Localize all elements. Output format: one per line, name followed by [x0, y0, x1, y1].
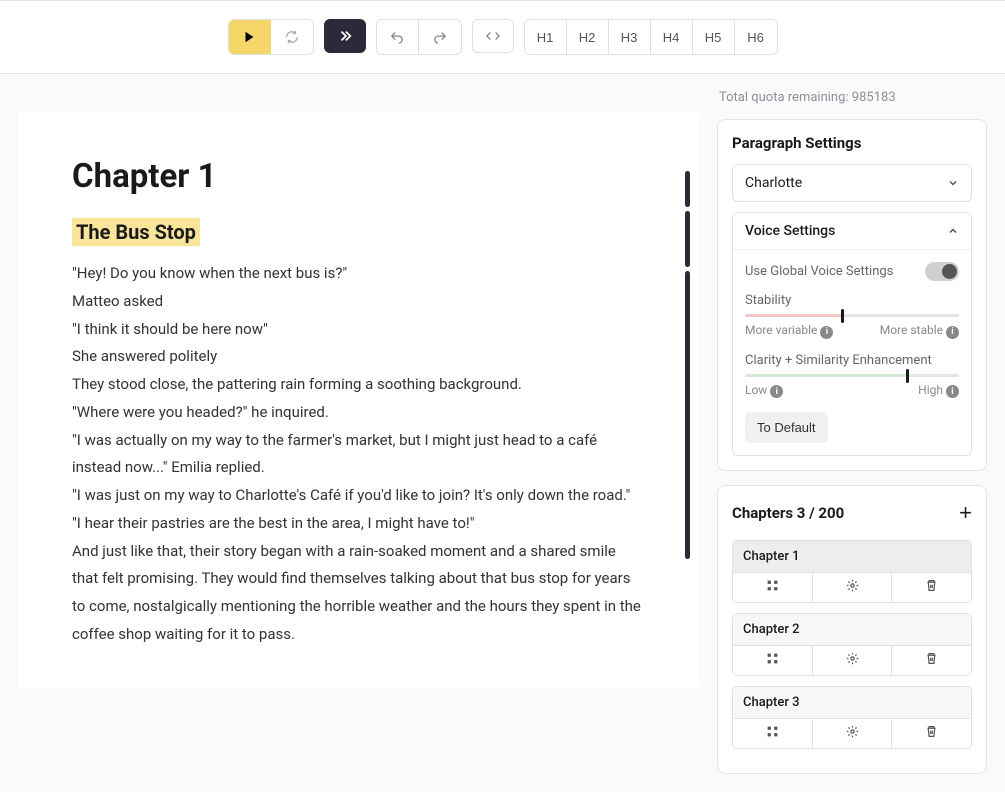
voice-select[interactable]: Charlotte	[732, 164, 972, 202]
chapter-grid-button[interactable]	[733, 573, 813, 602]
subtitle: The Bus Stop	[72, 218, 200, 246]
global-voice-label: Use Global Voice Settings	[745, 264, 893, 279]
chapter-label: Chapter 1	[733, 541, 971, 572]
chapter-heading: Chapter 1	[72, 157, 645, 196]
clarity-slider[interactable]	[745, 374, 959, 377]
refresh-button[interactable]	[271, 20, 313, 54]
stability-left: More variablei	[745, 323, 833, 339]
paragraph[interactable]: "I hear their pastries are the best in t…	[72, 510, 645, 538]
chapter-settings-button[interactable]	[813, 719, 893, 748]
clarity-right: Highi	[918, 383, 959, 399]
chapters-panel: Chapters 3 / 200 + Chapter 1 Chapter 2	[717, 485, 987, 774]
undo-button[interactable]	[377, 20, 419, 54]
paragraph[interactable]: "Where were you headed?" he inquired.	[72, 399, 645, 427]
stability-label: Stability	[745, 293, 959, 308]
redo-button[interactable]	[419, 20, 461, 54]
h2-button[interactable]: H2	[567, 20, 609, 54]
paragraph[interactable]: Matteo asked	[72, 288, 645, 316]
chevron-up-icon	[947, 225, 959, 237]
clarity-left: Lowi	[745, 383, 783, 399]
paragraph[interactable]: And just like that, their story began wi…	[72, 538, 645, 649]
editor-pane[interactable]: Chapter 1 The Bus Stop "Hey! Do you know…	[18, 113, 699, 689]
to-default-button[interactable]: To Default	[745, 412, 828, 443]
h5-button[interactable]: H5	[693, 20, 735, 54]
chapter-delete-button[interactable]	[892, 573, 971, 602]
quota-label: Total quota remaining: 985183	[717, 84, 987, 105]
paragraph[interactable]: "I was just on my way to Charlotte's Caf…	[72, 482, 645, 510]
add-chapter-button[interactable]: +	[959, 500, 972, 526]
paragraph[interactable]: "I think it should be here now"	[72, 316, 645, 344]
chapter-item[interactable]: Chapter 1	[732, 540, 972, 603]
h1-button[interactable]: H1	[525, 20, 567, 54]
chapter-label: Chapter 2	[733, 614, 971, 645]
chapter-item[interactable]: Chapter 2	[732, 613, 972, 676]
global-voice-toggle[interactable]	[925, 262, 959, 281]
chapter-item[interactable]: Chapter 3	[732, 686, 972, 749]
forward-button[interactable]	[324, 19, 366, 53]
h6-button[interactable]: H6	[735, 20, 777, 54]
voice-select-value: Charlotte	[745, 175, 802, 191]
info-icon[interactable]: i	[946, 326, 959, 339]
stability-slider[interactable]	[745, 314, 959, 317]
chapter-grid-button[interactable]	[733, 719, 813, 748]
info-icon[interactable]: i	[770, 385, 783, 398]
chapter-delete-button[interactable]	[892, 646, 971, 675]
paragraph[interactable]: They stood close, the pattering rain for…	[72, 371, 645, 399]
voice-settings-toggle[interactable]: Voice Settings	[733, 213, 971, 249]
stability-right: More stablei	[880, 323, 959, 339]
paragraph[interactable]: She answered politely	[72, 343, 645, 371]
chapter-delete-button[interactable]	[892, 719, 971, 748]
info-icon[interactable]: i	[946, 385, 959, 398]
h4-button[interactable]: H4	[651, 20, 693, 54]
voice-settings-label: Voice Settings	[745, 223, 835, 239]
play-button[interactable]	[229, 20, 271, 54]
voice-settings-accordion: Voice Settings Use Global Voice Settings…	[732, 212, 972, 456]
paragraph-settings-title: Paragraph Settings	[732, 134, 972, 152]
chapters-title: Chapters 3 / 200	[732, 504, 844, 522]
info-icon[interactable]: i	[820, 326, 833, 339]
paragraph[interactable]: "Hey! Do you know when the next bus is?"	[72, 260, 645, 288]
chapter-settings-button[interactable]	[813, 573, 893, 602]
clarity-label: Clarity + Similarity Enhancement	[745, 353, 959, 368]
chapter-settings-button[interactable]	[813, 646, 893, 675]
chapter-label: Chapter 3	[733, 687, 971, 718]
code-button[interactable]	[472, 19, 514, 53]
chevron-down-icon	[947, 177, 959, 189]
paragraph-settings-panel: Paragraph Settings Charlotte Voice Setti…	[717, 119, 987, 471]
h3-button[interactable]: H3	[609, 20, 651, 54]
paragraph[interactable]: "I was actually on my way to the farmer'…	[72, 427, 645, 483]
toolbar: H1 H2 H3 H4 H5 H6	[0, 0, 1005, 74]
chapter-grid-button[interactable]	[733, 646, 813, 675]
sidebar: Total quota remaining: 985183 Paragraph …	[717, 84, 987, 774]
